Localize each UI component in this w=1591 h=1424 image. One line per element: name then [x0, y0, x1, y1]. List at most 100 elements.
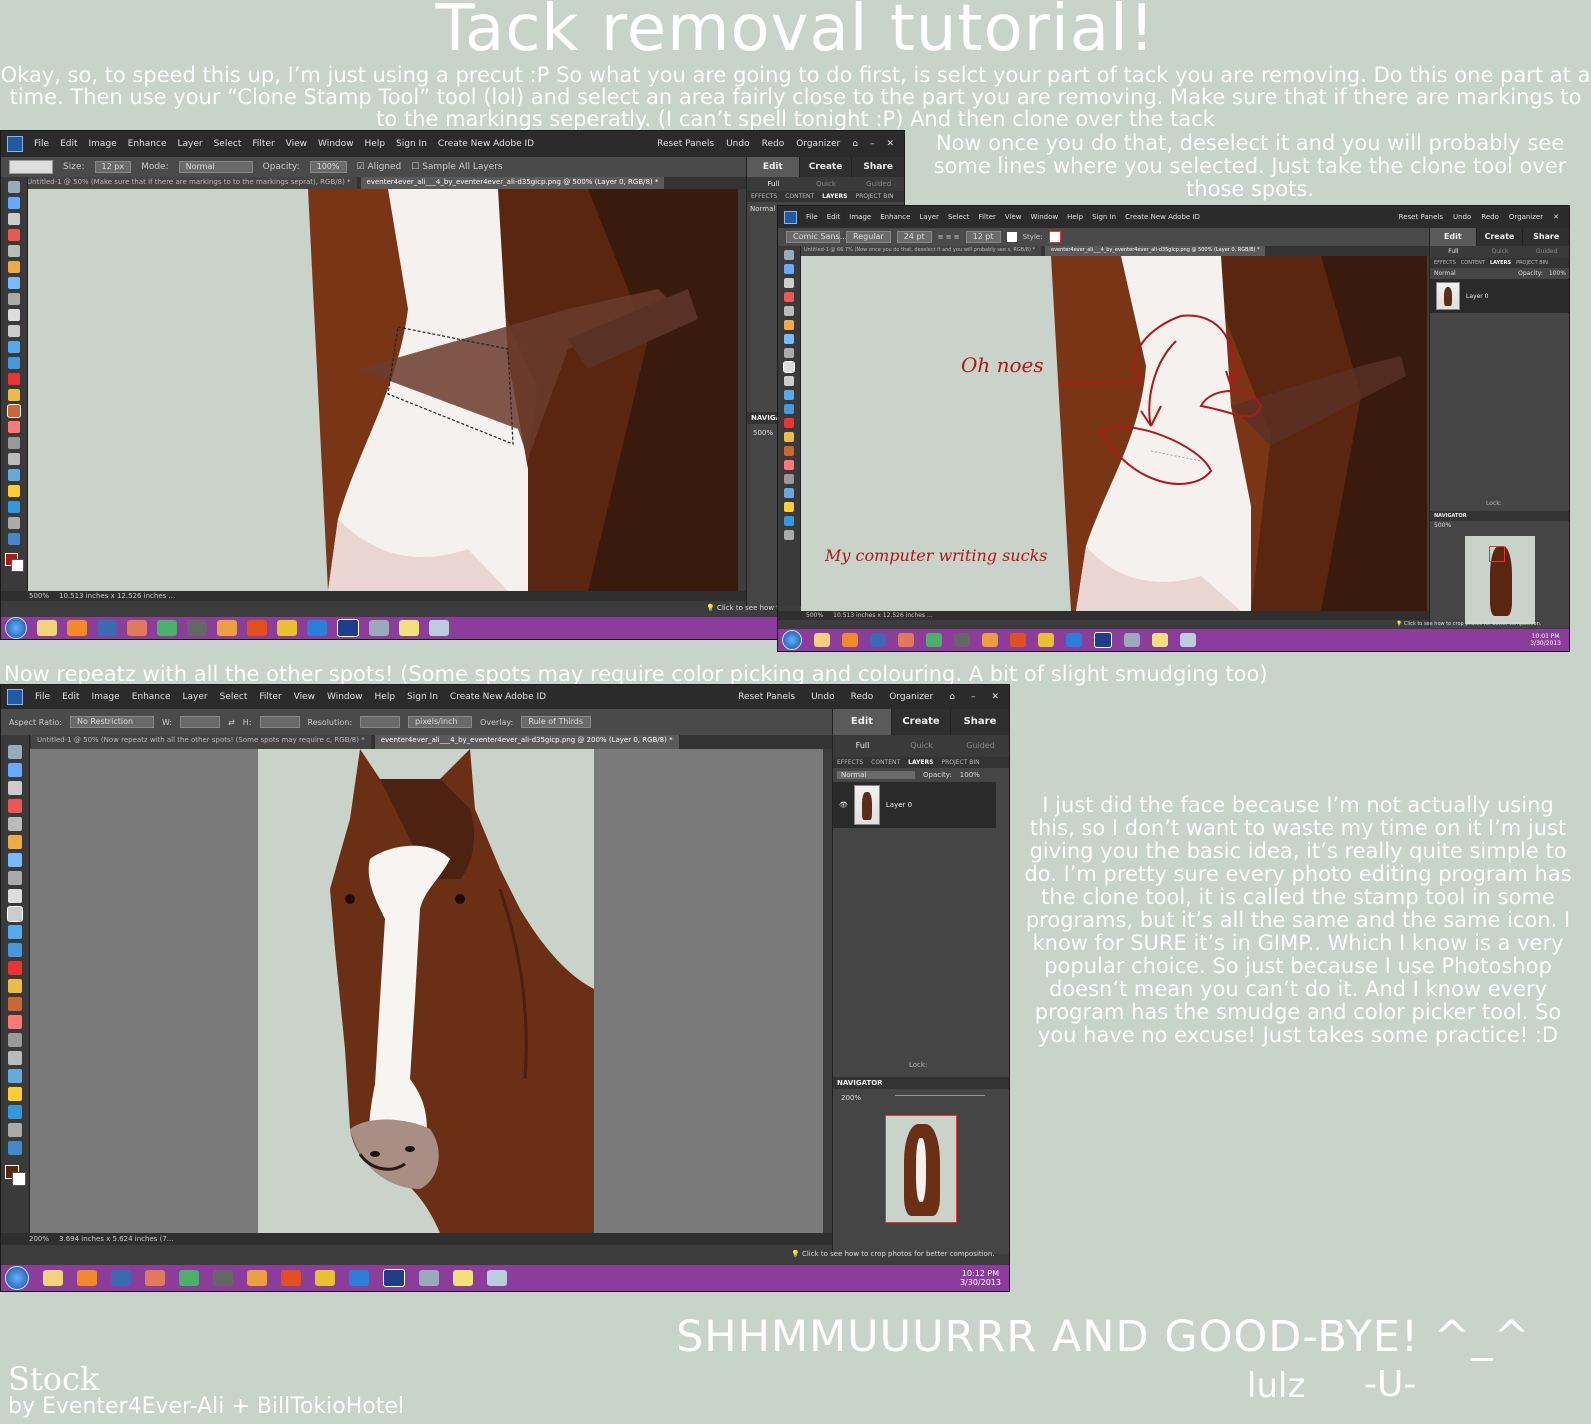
bin-tab-layers[interactable]: LAYERS — [822, 193, 847, 200]
subtab-guided[interactable]: Guided — [852, 177, 904, 191]
subtab-quick[interactable]: Quick — [1477, 246, 1524, 258]
subtab-quick[interactable]: Quick — [800, 177, 853, 191]
organizer-button[interactable]: Organizer — [889, 692, 933, 702]
menu-window[interactable]: Window — [327, 692, 363, 702]
blur-tool-icon[interactable] — [8, 1123, 22, 1137]
crop-tool-icon[interactable] — [7, 906, 23, 922]
selection-brush-tool-icon[interactable] — [784, 348, 794, 358]
sample-all-checkbox[interactable]: ☐ Sample All Layers — [411, 162, 502, 172]
healing-brush-tool-icon[interactable] — [8, 389, 20, 401]
magic-wand-tool-icon[interactable] — [784, 334, 794, 344]
selection-brush-tool-icon[interactable] — [8, 293, 20, 305]
create-adobe-id-link[interactable]: Create New Adobe ID — [450, 692, 546, 702]
opacity-field[interactable]: 100% — [1549, 270, 1566, 277]
zoom-tool-icon[interactable] — [8, 763, 22, 777]
doc-tab-horse[interactable]: eventer4ever_ali___4_by_eventer4ever_ali… — [360, 177, 665, 189]
bin-tab-effects[interactable]: EFFECTS — [751, 193, 777, 200]
navigator-zoom[interactable]: 200% — [841, 1094, 861, 1102]
paint-palette-icon[interactable] — [1124, 633, 1140, 647]
redo-button[interactable]: Redo — [1481, 213, 1499, 221]
system-clock[interactable]: 10:12 PM 3/30/2013 — [960, 1269, 1009, 1287]
bin-tab-content[interactable]: CONTENT — [1461, 260, 1485, 266]
tab-share[interactable]: Share — [1523, 228, 1569, 246]
mode-select[interactable]: Normal — [178, 161, 253, 173]
shape-tool-icon[interactable] — [784, 516, 794, 526]
bin-tab-content[interactable]: CONTENT — [871, 759, 900, 766]
explorer-icon[interactable] — [814, 633, 830, 647]
undo-button[interactable]: Undo — [726, 139, 750, 149]
menu-edit[interactable]: Edit — [60, 139, 77, 149]
tab-create[interactable]: Create — [1476, 228, 1524, 246]
text-color-swatch[interactable] — [1006, 232, 1017, 242]
marquee-tool-icon[interactable] — [8, 245, 20, 257]
menu-edit[interactable]: Edit — [827, 213, 841, 221]
zoom-level[interactable]: 500% — [29, 592, 49, 600]
swap-icon[interactable]: ⇄ — [228, 718, 235, 727]
photoshop-taskbar-icon[interactable] — [383, 1269, 405, 1287]
eraser-tool-icon[interactable] — [8, 1015, 22, 1029]
chrome-icon[interactable] — [277, 620, 297, 636]
resolution-unit-select[interactable]: pixels/inch — [408, 716, 473, 728]
minimize-icon[interactable]: – — [870, 139, 875, 149]
marquee-tool-icon[interactable] — [8, 817, 22, 831]
layer-visibility-icon[interactable]: 👁 — [839, 801, 848, 809]
tab-create[interactable]: Create — [799, 157, 853, 177]
reset-panels-button[interactable]: Reset Panels — [1399, 213, 1443, 221]
cat-app-icon[interactable] — [247, 1270, 267, 1286]
menu-view[interactable]: View — [1005, 213, 1022, 221]
doc-tab-horse[interactable]: eventer4ever_ali___4_by_eventer4ever_ali… — [374, 735, 679, 749]
navigator-zoom-slider[interactable] — [895, 1095, 985, 1096]
cookie-cutter-tool-icon[interactable] — [8, 925, 22, 939]
subtab-guided[interactable]: Guided — [951, 735, 1009, 757]
paint-bucket-tool-icon[interactable] — [8, 469, 20, 481]
ie-icon[interactable] — [349, 1270, 369, 1286]
canvas-area-2[interactable]: Oh noes My computer writing sucks — [801, 256, 1427, 611]
folder-icon[interactable] — [1152, 633, 1168, 647]
doc-tab-untitled[interactable]: Untitled-1 @ 50% (Now repeatz with all t… — [31, 735, 371, 749]
media-player-icon[interactable] — [77, 1270, 97, 1286]
media-player-icon[interactable] — [67, 620, 87, 636]
navigator-preview[interactable] — [885, 1115, 957, 1223]
move-tool-icon[interactable] — [8, 181, 20, 193]
cat-app-icon[interactable] — [982, 633, 998, 647]
tab-share[interactable]: Share — [852, 157, 904, 177]
doc-tab-horse[interactable]: eventer4ever_ali___4_by_eventer4ever_ali… — [1045, 246, 1266, 256]
doc-tab-untitled[interactable]: Untitled-1 @ 50% (Make sure that if ther… — [21, 177, 357, 189]
blend-mode-select[interactable]: Normal — [837, 771, 915, 779]
red-eye-tool-icon[interactable] — [784, 418, 794, 428]
chrome-icon[interactable] — [315, 1270, 335, 1286]
tab-create[interactable]: Create — [892, 709, 951, 735]
brush-tool-icon[interactable] — [784, 474, 794, 484]
subtab-guided[interactable]: Guided — [1523, 246, 1569, 258]
color-swatches[interactable] — [5, 1165, 26, 1186]
hand-tool-icon[interactable] — [8, 781, 22, 795]
type-tool-icon[interactable] — [783, 361, 795, 373]
clone-stamp-tool-icon[interactable] — [8, 997, 22, 1011]
subtab-full[interactable]: Full — [1430, 246, 1477, 258]
menu-filter[interactable]: Filter — [252, 139, 274, 149]
calculator-icon[interactable] — [1180, 633, 1196, 647]
height-field[interactable] — [259, 716, 300, 728]
tab-share[interactable]: Share — [951, 709, 1009, 735]
close-icon[interactable]: ✕ — [886, 139, 894, 149]
selection-brush-tool-icon[interactable] — [8, 871, 22, 885]
menu-select[interactable]: Select — [214, 139, 242, 149]
menu-select[interactable]: Select — [220, 692, 248, 702]
gradient-tool-icon[interactable] — [784, 502, 794, 512]
opacity-field[interactable]: 100% — [309, 161, 347, 173]
tab-edit[interactable]: Edit — [833, 709, 892, 735]
text-align-icons[interactable]: ≡ ≡ ≡ — [938, 233, 960, 241]
bin-tab-effects[interactable]: EFFECTS — [1434, 260, 1456, 266]
navigator-preview[interactable] — [1465, 536, 1535, 624]
canvas-area-1[interactable] — [28, 189, 738, 591]
game-app-icon[interactable] — [954, 633, 970, 647]
subtab-quick[interactable]: Quick — [892, 735, 951, 757]
menu-edit[interactable]: Edit — [62, 692, 79, 702]
start-button-icon[interactable] — [782, 630, 802, 650]
layer-row[interactable]: Layer 0 — [1430, 279, 1569, 313]
magic-wand-tool-icon[interactable] — [8, 277, 20, 289]
cat-app-icon[interactable] — [217, 620, 237, 636]
smart-brush-tool-icon[interactable] — [8, 1051, 22, 1065]
menu-filter[interactable]: Filter — [259, 692, 281, 702]
minimize-icon[interactable]: – — [971, 692, 976, 702]
